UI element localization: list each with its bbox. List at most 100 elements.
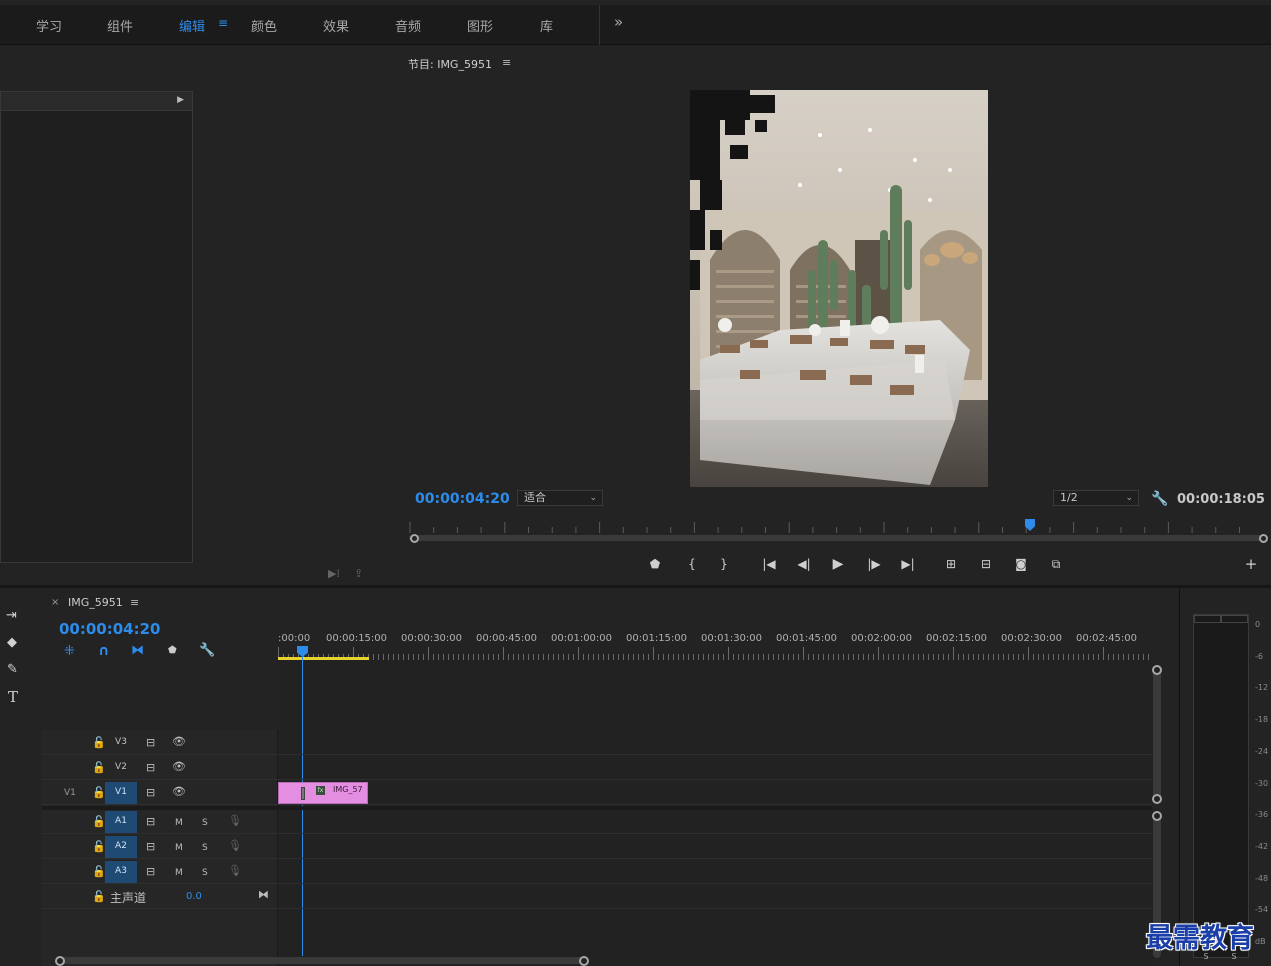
mute-button[interactable]: M <box>175 817 183 829</box>
sync-lock-icon[interactable]: ⊟ <box>146 816 155 828</box>
lock-icon[interactable]: 🔓 <box>92 787 106 799</box>
wrench-icon[interactable]: 🔧 <box>1151 491 1168 507</box>
timeline-current-timecode[interactable]: 00:00:04:20 <box>59 620 161 638</box>
more-workspaces-button[interactable]: » <box>614 13 623 31</box>
solo-button[interactable]: S <box>202 817 208 829</box>
lock-icon[interactable]: 🔓 <box>92 891 106 903</box>
add-button-icon[interactable]: + <box>1242 556 1260 572</box>
fit-dropdown[interactable]: 适合 ⌄ <box>517 490 603 506</box>
mute-button[interactable]: M <box>175 842 183 854</box>
pen-icon[interactable]: ✎ <box>7 662 18 677</box>
snap-magnet-icon[interactable]: ∩ <box>98 643 109 659</box>
workspace-assembly[interactable]: 组件 <box>107 16 133 35</box>
mark-out-icon[interactable]: } <box>715 556 733 572</box>
sync-lock-icon[interactable]: ⊟ <box>146 841 155 853</box>
sequence-menu-icon[interactable]: ≡ <box>130 596 139 609</box>
type-tool-icon[interactable]: T <box>8 688 18 706</box>
play-icon[interactable]: ▶ <box>829 556 847 572</box>
add-marker-icon[interactable]: ⬟ <box>168 645 177 656</box>
program-monitor: 节目: IMG_5951 ≡ 00:00:04:20 适合 ⌄ 1/2 ⌄ 🔧 … <box>395 49 1271 583</box>
track-target-v2[interactable]: V2 <box>105 757 137 779</box>
solo-button[interactable]: S <box>202 867 208 879</box>
lock-icon[interactable]: 🔓 <box>92 762 106 774</box>
microphone-icon[interactable]: 🎙 <box>228 840 242 852</box>
sync-lock-icon[interactable]: ⊟ <box>146 762 155 774</box>
go-to-in-icon[interactable]: |◀ <box>760 556 778 572</box>
eye-icon[interactable]: 👁 <box>172 736 186 748</box>
add-marker-icon[interactable]: ⬟ <box>646 556 664 572</box>
workspace-effects[interactable]: 效果 <box>323 16 349 35</box>
workspace-learn[interactable]: 学习 <box>36 16 62 35</box>
eye-icon[interactable]: 👁 <box>172 786 186 798</box>
zoom-handle-left[interactable] <box>410 534 419 543</box>
lift-icon[interactable]: ⊞ <box>942 556 960 572</box>
zoom-handle-right[interactable] <box>1259 534 1268 543</box>
ruler-label: 00:02:00:00 <box>851 633 913 644</box>
meter-scale-label: -18 <box>1255 715 1269 725</box>
track-target-a2[interactable]: A2 <box>105 836 137 858</box>
step-back-icon[interactable]: ◀| <box>795 556 813 572</box>
workspace-audio[interactable]: 音频 <box>395 16 421 35</box>
program-zoom-bar[interactable] <box>409 535 1263 541</box>
nest-toggle-icon[interactable]: ⁜ <box>64 644 75 659</box>
go-to-out-icon[interactable]: ▶| <box>899 556 917 572</box>
lock-icon[interactable]: 🔓 <box>92 841 106 853</box>
scroll-handle[interactable] <box>55 956 65 966</box>
compare-view-icon[interactable]: ⧉ <box>1047 556 1065 572</box>
microphone-icon[interactable]: 🎙 <box>228 815 242 827</box>
microphone-icon[interactable]: 🎙 <box>228 865 242 877</box>
go-to-end-icon[interactable]: ⧓ <box>258 889 269 901</box>
razor-icon[interactable]: ◆ <box>7 635 17 650</box>
video-tracks-scrollbar[interactable] <box>1153 667 1161 803</box>
workspace-graphics[interactable]: 图形 <box>467 16 493 35</box>
video-clip[interactable]: fx IMG_57 <box>278 782 368 804</box>
scroll-handle[interactable] <box>1152 811 1162 821</box>
ruler-label: 00:00:30:00 <box>401 633 463 644</box>
chevron-right-icon[interactable]: ▶ <box>177 95 184 105</box>
sync-lock-icon[interactable]: ⊟ <box>146 787 155 799</box>
workspace-color[interactable]: 颜色 <box>251 16 277 35</box>
scroll-handle[interactable] <box>1152 665 1162 675</box>
sync-lock-icon[interactable]: ⊟ <box>146 866 155 878</box>
scroll-handle[interactable] <box>1152 794 1162 804</box>
lock-icon[interactable]: 🔓 <box>92 866 106 878</box>
track-target-a3[interactable]: A3 <box>105 861 137 883</box>
master-volume-value[interactable]: 0.0 <box>186 891 202 902</box>
lock-icon[interactable]: 🔓 <box>92 737 106 749</box>
sync-lock-icon[interactable]: ⊟ <box>146 737 155 749</box>
step-forward-icon[interactable]: |▶ <box>865 556 883 572</box>
mute-button[interactable]: M <box>175 867 183 879</box>
program-current-timecode[interactable]: 00:00:04:20 <box>415 491 510 507</box>
mark-in-icon[interactable]: { <box>683 556 701 572</box>
scroll-handle[interactable] <box>579 956 589 966</box>
resolution-dropdown[interactable]: 1/2 ⌄ <box>1053 490 1139 506</box>
track-target-a1[interactable]: A1 <box>105 811 137 833</box>
program-time-ruler[interactable] <box>409 521 1265 533</box>
meter-scale-label: dB <box>1255 937 1266 946</box>
camera-icon[interactable]: ◙ <box>1012 556 1030 572</box>
linked-selection-icon[interactable]: ⧓ <box>131 643 144 658</box>
track-select-icon[interactable]: ⇥ <box>6 608 17 623</box>
meter-scale-label: -30 <box>1255 778 1269 788</box>
program-menu-icon[interactable]: ≡ <box>502 56 511 69</box>
lock-icon[interactable]: 🔓 <box>92 816 106 828</box>
solo-button[interactable]: S <box>202 842 208 854</box>
sequence-tab[interactable]: IMG_5951 <box>68 596 123 609</box>
workspace-libraries[interactable]: 库 <box>540 16 553 35</box>
timeline-settings-wrench-icon[interactable]: 🔧 <box>199 643 215 658</box>
work-area-bar[interactable] <box>278 657 369 660</box>
source-patch-v1[interactable]: V1 <box>64 788 76 798</box>
timeline-horizontal-scrollbar[interactable] <box>58 957 588 964</box>
extract-icon[interactable]: ⊟ <box>977 556 995 572</box>
workspace-menu-icon[interactable]: ≡ <box>218 16 228 30</box>
eye-icon[interactable]: 👁 <box>172 761 186 773</box>
chevron-down-icon: ⌄ <box>1125 493 1133 503</box>
insert-icon[interactable]: ▶⁞ <box>328 567 340 580</box>
program-title: 节目: IMG_5951 <box>408 58 492 71</box>
resolution-dropdown-value: 1/2 <box>1060 491 1078 504</box>
track-target-v3[interactable]: V3 <box>105 732 137 754</box>
track-target-v1[interactable]: V1 <box>105 782 137 804</box>
workspace-editing[interactable]: 编辑 <box>179 16 205 35</box>
close-icon[interactable]: × <box>51 597 59 608</box>
export-icon[interactable]: ⇪ <box>354 567 363 580</box>
